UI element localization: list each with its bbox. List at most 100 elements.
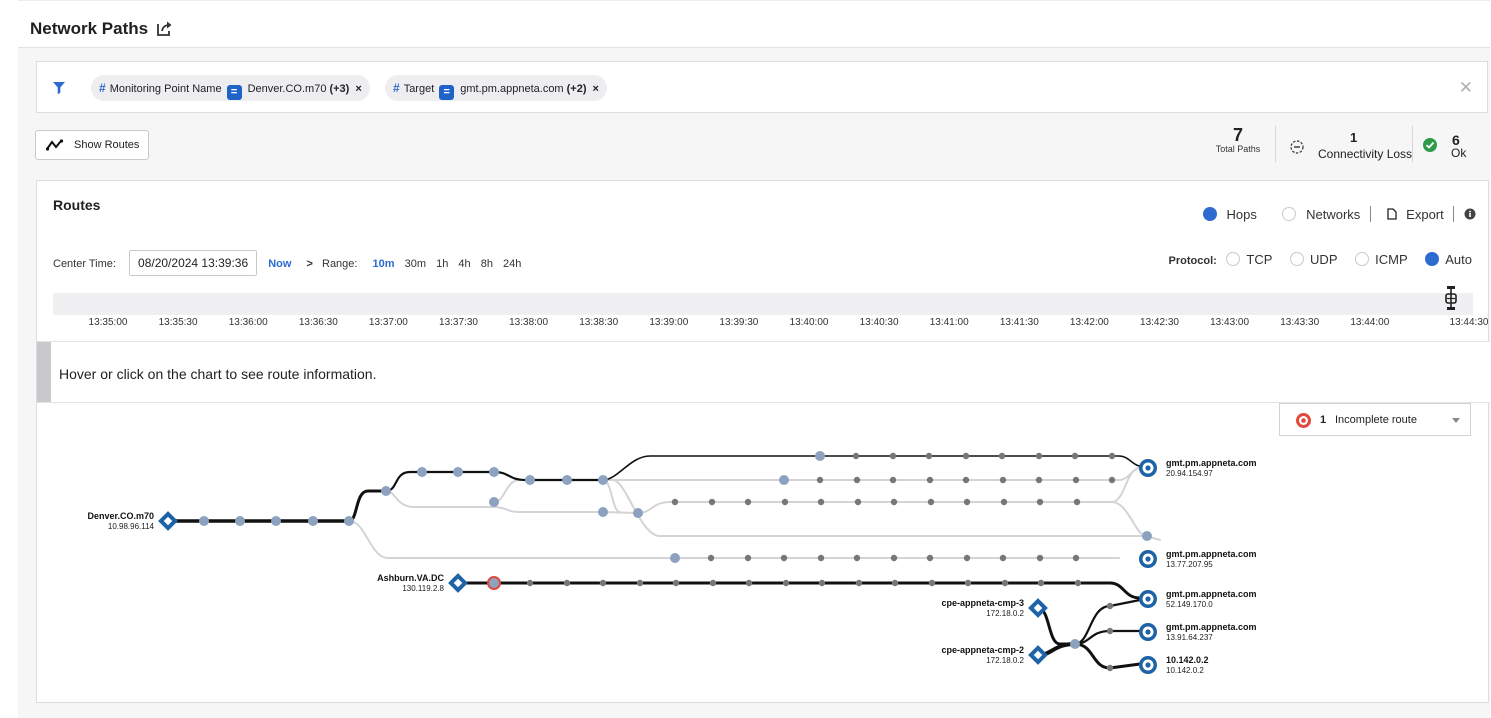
hop-node[interactable] <box>199 516 209 526</box>
hop-node[interactable] <box>308 516 318 526</box>
hop-node[interactable] <box>1106 602 1114 610</box>
hop-node[interactable] <box>853 554 861 562</box>
hop-node[interactable] <box>670 553 680 563</box>
target-name-label: gmt.pm.appneta.com <box>1166 589 1257 599</box>
target-icon-center <box>1145 556 1151 562</box>
hop-node[interactable] <box>1108 452 1116 460</box>
hop-node[interactable] <box>889 452 897 460</box>
hop-node[interactable] <box>816 476 824 484</box>
route-graph[interactable]: Denver.CO.m7010.98.96.114Ashburn.VA.DC13… <box>0 0 1491 718</box>
hop-node[interactable] <box>745 579 753 587</box>
hop-node[interactable] <box>489 497 499 507</box>
target-icon-center <box>1145 596 1151 602</box>
hop-node[interactable] <box>853 476 861 484</box>
hop-node[interactable] <box>1036 498 1044 506</box>
hop-node[interactable] <box>889 476 897 484</box>
hop-node[interactable] <box>381 486 391 496</box>
source-ip-label: 172.18.0.2 <box>986 656 1024 665</box>
hop-node[interactable] <box>672 579 680 587</box>
hop-node[interactable] <box>854 498 862 506</box>
hop-node[interactable] <box>744 498 752 506</box>
hop-node[interactable] <box>562 475 572 485</box>
hop-node[interactable] <box>1036 554 1044 562</box>
hop-node[interactable] <box>963 498 971 506</box>
hop-node[interactable] <box>928 579 936 587</box>
hop-node[interactable] <box>852 452 860 460</box>
route-link-faded <box>612 479 1161 541</box>
hop-node[interactable] <box>927 498 935 506</box>
hop-node[interactable] <box>781 498 789 506</box>
hop-node[interactable] <box>1106 627 1114 635</box>
target-icon-center <box>1145 629 1151 635</box>
hop-node[interactable] <box>707 554 715 562</box>
hop-node[interactable] <box>1073 498 1081 506</box>
source-name-label: cpe-appneta-cmp-3 <box>941 598 1024 608</box>
hop-node[interactable] <box>890 498 898 506</box>
hop-node[interactable] <box>636 579 644 587</box>
hop-node[interactable] <box>1072 476 1080 484</box>
hop-node[interactable] <box>671 498 679 506</box>
target-ip-label: 13.91.64.237 <box>1166 633 1213 642</box>
hop-node[interactable] <box>708 498 716 506</box>
hop-node[interactable] <box>598 475 608 485</box>
hop-node[interactable] <box>598 507 608 517</box>
source-ip-label: 130.119.2.8 <box>402 584 444 593</box>
hop-node[interactable] <box>817 554 825 562</box>
hop-node[interactable] <box>709 579 717 587</box>
hop-node[interactable] <box>1001 579 1009 587</box>
hop-node[interactable] <box>1074 579 1082 587</box>
hop-node[interactable] <box>780 554 788 562</box>
hop-node[interactable] <box>526 579 534 587</box>
hop-node[interactable] <box>962 476 970 484</box>
hop-node[interactable] <box>1072 554 1080 562</box>
hop-node[interactable] <box>818 579 826 587</box>
route-link <box>456 581 1142 600</box>
hop-node[interactable] <box>599 579 607 587</box>
hop-node[interactable] <box>891 579 899 587</box>
hop-node[interactable] <box>926 476 934 484</box>
hop-node[interactable] <box>1035 476 1043 484</box>
hop-node[interactable] <box>815 451 825 461</box>
incomplete-hop-node[interactable] <box>487 576 501 590</box>
hop-node[interactable] <box>1142 531 1152 541</box>
hop-node[interactable] <box>744 554 752 562</box>
source-ip-label: 10.98.96.114 <box>108 522 155 531</box>
hop-node[interactable] <box>563 579 571 587</box>
hop-node[interactable] <box>489 467 499 477</box>
source-name-label: cpe-appneta-cmp-2 <box>941 645 1024 655</box>
route-link <box>602 455 1146 481</box>
hop-node[interactable] <box>525 475 535 485</box>
hop-node[interactable] <box>271 516 281 526</box>
hop-node[interactable] <box>963 554 971 562</box>
hop-node[interactable] <box>633 508 643 518</box>
hop-node[interactable] <box>964 579 972 587</box>
hop-node[interactable] <box>926 554 934 562</box>
source-name-label: Ashburn.VA.DC <box>377 573 444 583</box>
hop-node[interactable] <box>782 579 790 587</box>
route-link-faded <box>493 465 1147 503</box>
hop-node[interactable] <box>344 516 354 526</box>
hop-node[interactable] <box>962 452 970 460</box>
hop-node[interactable] <box>1071 452 1079 460</box>
hop-node[interactable] <box>1106 664 1114 672</box>
hop-node[interactable] <box>1070 639 1080 649</box>
hop-node[interactable] <box>1000 498 1008 506</box>
target-icon-center <box>1145 662 1151 668</box>
hop-node[interactable] <box>817 498 825 506</box>
hop-node[interactable] <box>890 554 898 562</box>
hop-node[interactable] <box>999 554 1007 562</box>
hop-node[interactable] <box>235 516 245 526</box>
hop-node[interactable] <box>1108 476 1116 484</box>
hop-node[interactable] <box>855 579 863 587</box>
target-icon-center <box>1145 465 1151 471</box>
route-link-faded <box>602 479 621 513</box>
hop-node[interactable] <box>999 476 1007 484</box>
target-name-label: gmt.pm.appneta.com <box>1166 458 1257 468</box>
hop-node[interactable] <box>417 467 427 477</box>
hop-node[interactable] <box>779 475 789 485</box>
hop-node[interactable] <box>998 452 1006 460</box>
hop-node[interactable] <box>1035 452 1043 460</box>
hop-node[interactable] <box>453 467 463 477</box>
hop-node[interactable] <box>1037 579 1045 587</box>
hop-node[interactable] <box>925 452 933 460</box>
